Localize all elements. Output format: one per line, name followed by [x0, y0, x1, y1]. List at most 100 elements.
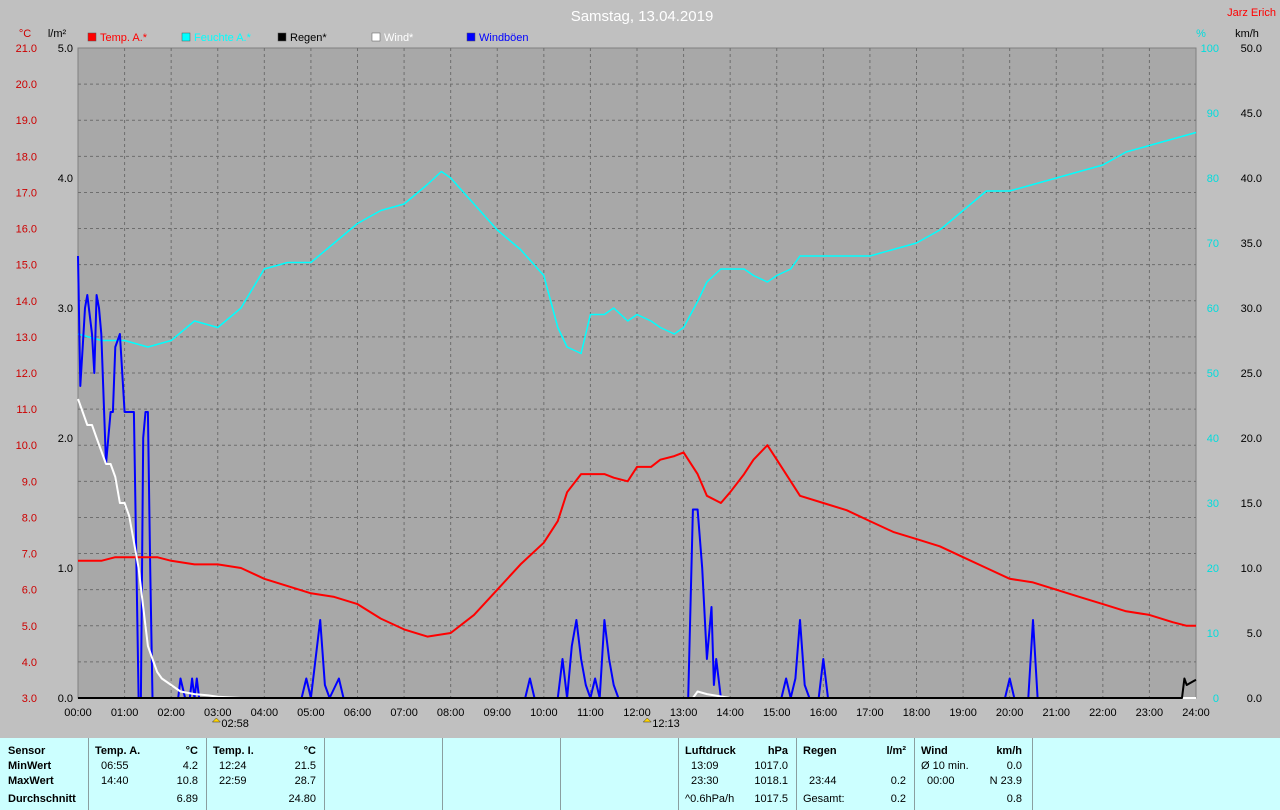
- time-tick-label: 18:00: [903, 707, 931, 719]
- time-tick-label: 08:00: [437, 707, 465, 719]
- pressure-unit: hPa: [767, 745, 788, 757]
- wind-tick-label: 45.0: [1241, 108, 1262, 120]
- temp-a-unit: °C: [185, 745, 198, 757]
- legend-swatch: [466, 32, 476, 42]
- temp-tick-label: 10.0: [16, 440, 37, 452]
- temp-tick-label: 8.0: [22, 512, 37, 524]
- temp-tick-label: 17.0: [16, 187, 37, 199]
- temp-tick-label: 13.0: [16, 332, 37, 344]
- row-avg-label: Durchschnitt: [8, 793, 76, 805]
- humidity-tick-label: 20: [1207, 563, 1219, 575]
- wind-avg10-label: Ø 10 min.: [921, 760, 969, 772]
- temp-tick-label: 6.0: [22, 585, 37, 597]
- temp-unit-label: °C: [19, 28, 31, 40]
- temp-i-average: 24.80: [288, 793, 316, 805]
- temp-i-unit: °C: [303, 745, 316, 757]
- wind-tick-label: 50.0: [1241, 43, 1262, 55]
- humidity-tick-label: 0: [1213, 693, 1219, 705]
- pressure-header: Luftdruck: [685, 745, 736, 757]
- wind-max-time: 00:00: [927, 775, 955, 787]
- sun-markers: 02:58 12:13: [211, 717, 680, 730]
- rain-tick-label: 4.0: [58, 173, 73, 185]
- legend-swatch: [277, 32, 287, 42]
- legend-label: Wind*: [384, 32, 414, 44]
- wind-average: 0.8: [1006, 793, 1022, 805]
- chart-title: Samstag, 13.04.2019: [571, 8, 714, 25]
- statistics-panel: Sensor MinWert MaxWert Durchschnitt Temp…: [0, 738, 1280, 810]
- wind-tick-label: 5.0: [1247, 628, 1262, 640]
- rain-tick-label: 0.0: [58, 693, 73, 705]
- temp-tick-label: 21.0: [16, 43, 37, 55]
- pressure-max-value: 1018.1: [754, 775, 788, 787]
- wind-unit-label: km/h: [1235, 28, 1259, 40]
- time-tick-label: 16:00: [810, 707, 838, 719]
- time-tick-label: 19:00: [949, 707, 977, 719]
- legend-label: Temp. A.*: [100, 32, 148, 44]
- time-tick-label: 11:00: [577, 707, 604, 719]
- legend-swatch: [87, 32, 97, 42]
- sun-marker-label: 12:13: [652, 718, 680, 730]
- wind-tick-label: 40.0: [1241, 173, 1262, 185]
- humidity-unit-label: %: [1196, 28, 1206, 40]
- temp-a-max-value: 10.8: [176, 775, 198, 787]
- humidity-tick-label: 10: [1207, 628, 1219, 640]
- rain-total-value: 0.2: [890, 793, 906, 805]
- rain-tick-label: 1.0: [58, 563, 73, 575]
- humidity-tick-label: 70: [1207, 238, 1219, 250]
- wind-unit: km/h: [996, 745, 1022, 757]
- temp-tick-label: 14.0: [16, 296, 37, 308]
- pressure-trend-label: ^0.6hPa/h: [685, 793, 735, 805]
- rain-unit-label: l/m²: [48, 28, 67, 40]
- rain-max-value: 0.2: [890, 775, 906, 787]
- author-label: Jarz Erich: [1227, 7, 1276, 19]
- temp-i-min-value: 21.5: [294, 760, 316, 772]
- temp-tick-label: 4.0: [22, 657, 37, 669]
- time-tick-label: 22:00: [1089, 707, 1117, 719]
- wind-tick-label: 20.0: [1241, 433, 1262, 445]
- time-tick-label: 00:00: [64, 707, 92, 719]
- time-tick-label: 06:00: [344, 707, 372, 719]
- temp-i-max-value: 28.7: [294, 775, 316, 787]
- time-tick-label: 23:00: [1136, 707, 1164, 719]
- temp-tick-label: 19.0: [16, 115, 37, 127]
- wind-tick-label: 15.0: [1241, 498, 1262, 510]
- temp-tick-label: 20.0: [16, 79, 37, 91]
- time-tick-label: 05:00: [297, 707, 325, 719]
- temp-tick-label: 5.0: [22, 621, 37, 633]
- time-tick-label: 14:00: [716, 707, 744, 719]
- time-tick-label: 17:00: [856, 707, 884, 719]
- humidity-tick-label: 50: [1207, 368, 1219, 380]
- humidity-tick-label: 100: [1201, 43, 1219, 55]
- legend-label: Regen*: [290, 32, 327, 44]
- temp-tick-label: 12.0: [16, 368, 37, 380]
- sensor-header: Sensor: [8, 745, 46, 757]
- time-tick-label: 12:00: [623, 707, 651, 719]
- rain-tick-label: 2.0: [58, 433, 73, 445]
- rain-tick-label: 3.0: [58, 303, 73, 315]
- wind-tick-label: 10.0: [1241, 563, 1262, 575]
- legend-swatch: [181, 32, 191, 42]
- time-tick-label: 04:00: [251, 707, 279, 719]
- time-tick-label: 24:00: [1182, 707, 1210, 719]
- temp-i-min-time: 12:24: [219, 760, 247, 772]
- temp-a-min-value: 4.2: [182, 760, 198, 772]
- temp-tick-label: 9.0: [22, 476, 37, 488]
- legend: Temp. A.* Feuchte A.* Regen* Wind* Windböen: [87, 32, 529, 44]
- weather-chart: Samstag, 13.04.2019 Jarz Erich °C l/m² %…: [16, 7, 1276, 730]
- time-tick-label: 07:00: [390, 707, 418, 719]
- humidity-tick-label: 90: [1207, 108, 1219, 120]
- legend-label: Windböen: [479, 32, 529, 44]
- time-tick-label: 01:00: [111, 707, 139, 719]
- wind-tick-label: 30.0: [1241, 303, 1262, 315]
- temp-tick-label: 16.0: [16, 224, 37, 236]
- temp-tick-label: 3.0: [22, 693, 37, 705]
- time-tick-label: 02:00: [157, 707, 185, 719]
- wind-max-value: N 23.9: [989, 775, 1022, 787]
- time-tick-label: 10:00: [530, 707, 558, 719]
- temp-tick-label: 7.0: [22, 549, 37, 561]
- humidity-tick-label: 40: [1207, 433, 1219, 445]
- temp-a-average: 6.89: [176, 793, 198, 805]
- wind-avg10-value: 0.0: [1006, 760, 1022, 772]
- temp-a-header: Temp. A.: [95, 745, 141, 757]
- pressure-max-time: 23:30: [691, 775, 719, 787]
